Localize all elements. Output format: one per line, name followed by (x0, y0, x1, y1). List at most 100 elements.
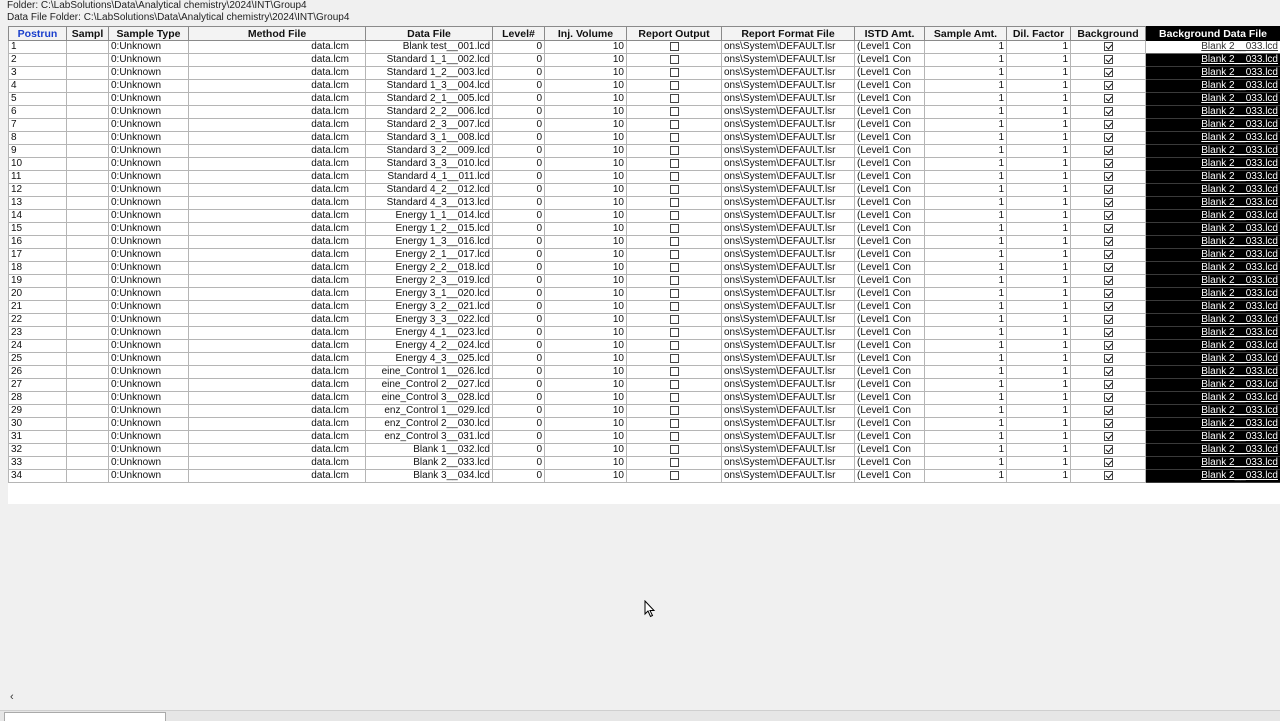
cell-postrun[interactable]: 32 (9, 444, 67, 457)
cell-sample-amt[interactable]: 1 (925, 340, 1007, 353)
cell-report-output[interactable] (627, 262, 722, 275)
cell-data-file[interactable]: eine_Control 2__027.lcd (366, 379, 493, 392)
cell-data-file[interactable]: Blank 1__032.lcd (366, 444, 493, 457)
cell-data-file[interactable]: Energy 3_3__022.lcd (366, 314, 493, 327)
cell-dil-factor[interactable]: 1 (1007, 366, 1071, 379)
cell-inj-volume[interactable]: 10 (545, 236, 627, 249)
cell-level[interactable]: 0 (493, 171, 545, 184)
cell-data-file[interactable]: Standard 3_3__010.lcd (366, 158, 493, 171)
cell-data-file[interactable]: Energy 2_3__019.lcd (366, 275, 493, 288)
cell-background-data-file[interactable]: Blank 2__033.lcd (1146, 41, 1280, 54)
cell-data-file[interactable]: Standard 1_3__004.lcd (366, 80, 493, 93)
cell-report-output[interactable] (627, 288, 722, 301)
cell-sample-amt[interactable]: 1 (925, 132, 1007, 145)
cell-istd-amt[interactable]: (Level1 Con (855, 54, 925, 67)
cell-inj-volume[interactable]: 10 (545, 457, 627, 470)
cell-inj-volume[interactable]: 10 (545, 366, 627, 379)
cell-report-output[interactable] (627, 197, 722, 210)
cell-postrun[interactable]: 23 (9, 327, 67, 340)
cell-method-file[interactable]: data.lcm (189, 262, 366, 275)
cell-istd-amt[interactable]: (Level1 Con (855, 80, 925, 93)
background-checkbox[interactable] (1104, 159, 1113, 168)
background-checkbox[interactable] (1104, 302, 1113, 311)
cell-background[interactable] (1071, 106, 1146, 119)
cell-report-output[interactable] (627, 275, 722, 288)
cell-sample[interactable] (67, 431, 109, 444)
cell-postrun[interactable]: 1 (9, 41, 67, 54)
cell-background[interactable] (1071, 353, 1146, 366)
background-checkbox[interactable] (1104, 68, 1113, 77)
cell-istd-amt[interactable]: (Level1 Con (855, 119, 925, 132)
table-row[interactable]: 190:Unknowndata.lcmEnergy 2_3__019.lcd01… (9, 275, 1280, 288)
cell-istd-amt[interactable]: (Level1 Con (855, 41, 925, 54)
cell-background-data-file[interactable]: Blank 2__033.lcd (1146, 314, 1280, 327)
cell-report-output[interactable] (627, 158, 722, 171)
cell-report-output[interactable] (627, 119, 722, 132)
cell-sample[interactable] (67, 197, 109, 210)
cell-inj-volume[interactable]: 10 (545, 67, 627, 80)
cell-sample-type[interactable]: 0:Unknown (109, 41, 189, 54)
background-checkbox[interactable] (1104, 55, 1113, 64)
cell-report-format-file[interactable]: ons\System\DEFAULT.lsr (722, 457, 855, 470)
col-header-method-file[interactable]: Method File (189, 27, 366, 41)
cell-report-format-file[interactable]: ons\System\DEFAULT.lsr (722, 249, 855, 262)
report-output-checkbox[interactable] (670, 341, 679, 350)
cell-data-file[interactable]: Blank test__001.lcd (366, 41, 493, 54)
cell-dil-factor[interactable]: 1 (1007, 132, 1071, 145)
cell-method-file[interactable]: data.lcm (189, 392, 366, 405)
cell-sample[interactable] (67, 184, 109, 197)
cell-postrun[interactable]: 5 (9, 93, 67, 106)
cell-inj-volume[interactable]: 10 (545, 470, 627, 483)
cell-report-output[interactable] (627, 184, 722, 197)
table-row[interactable]: 170:Unknowndata.lcmEnergy 2_1__017.lcd01… (9, 249, 1280, 262)
background-checkbox[interactable] (1104, 94, 1113, 103)
cell-background[interactable] (1071, 223, 1146, 236)
cell-background[interactable] (1071, 457, 1146, 470)
cell-sample-amt[interactable]: 1 (925, 93, 1007, 106)
cell-background-data-file[interactable]: Blank 2__033.lcd (1146, 418, 1280, 431)
table-row[interactable]: 290:Unknowndata.lcmenz_Control 1__029.lc… (9, 405, 1280, 418)
cell-report-format-file[interactable]: ons\System\DEFAULT.lsr (722, 470, 855, 483)
cell-method-file[interactable]: data.lcm (189, 158, 366, 171)
cell-sample-type[interactable]: 0:Unknown (109, 145, 189, 158)
cell-dil-factor[interactable]: 1 (1007, 262, 1071, 275)
cell-sample-amt[interactable]: 1 (925, 210, 1007, 223)
cell-istd-amt[interactable]: (Level1 Con (855, 184, 925, 197)
report-output-checkbox[interactable] (670, 445, 679, 454)
cell-report-output[interactable] (627, 223, 722, 236)
cell-sample-type[interactable]: 0:Unknown (109, 262, 189, 275)
cell-inj-volume[interactable]: 10 (545, 340, 627, 353)
background-checkbox[interactable] (1104, 120, 1113, 129)
cell-sample-amt[interactable]: 1 (925, 41, 1007, 54)
cell-level[interactable]: 0 (493, 80, 545, 93)
cell-postrun[interactable]: 7 (9, 119, 67, 132)
cell-dil-factor[interactable]: 1 (1007, 106, 1071, 119)
cell-background[interactable] (1071, 327, 1146, 340)
cell-istd-amt[interactable]: (Level1 Con (855, 405, 925, 418)
cell-report-output[interactable] (627, 145, 722, 158)
cell-sample-amt[interactable]: 1 (925, 457, 1007, 470)
cell-postrun[interactable]: 29 (9, 405, 67, 418)
cell-sample-type[interactable]: 0:Unknown (109, 353, 189, 366)
table-row[interactable]: 90:Unknowndata.lcmStandard 3_2__009.lcd0… (9, 145, 1280, 158)
cell-method-file[interactable]: data.lcm (189, 470, 366, 483)
cell-istd-amt[interactable]: (Level1 Con (855, 470, 925, 483)
cell-sample[interactable] (67, 171, 109, 184)
cell-data-file[interactable]: Energy 2_2__018.lcd (366, 262, 493, 275)
cell-method-file[interactable]: data.lcm (189, 353, 366, 366)
cell-sample-amt[interactable]: 1 (925, 158, 1007, 171)
cell-background[interactable] (1071, 470, 1146, 483)
cell-sample-type[interactable]: 0:Unknown (109, 210, 189, 223)
cell-postrun[interactable]: 27 (9, 379, 67, 392)
cell-sample[interactable] (67, 132, 109, 145)
cell-method-file[interactable]: data.lcm (189, 249, 366, 262)
cell-sample-amt[interactable]: 1 (925, 431, 1007, 444)
background-checkbox[interactable] (1104, 172, 1113, 181)
cell-dil-factor[interactable]: 1 (1007, 314, 1071, 327)
cell-sample[interactable] (67, 288, 109, 301)
table-row[interactable]: 220:Unknowndata.lcmEnergy 3_3__022.lcd01… (9, 314, 1280, 327)
background-checkbox[interactable] (1104, 393, 1113, 402)
cell-data-file[interactable]: Standard 1_2__003.lcd (366, 67, 493, 80)
cell-method-file[interactable]: data.lcm (189, 405, 366, 418)
cell-report-output[interactable] (627, 236, 722, 249)
